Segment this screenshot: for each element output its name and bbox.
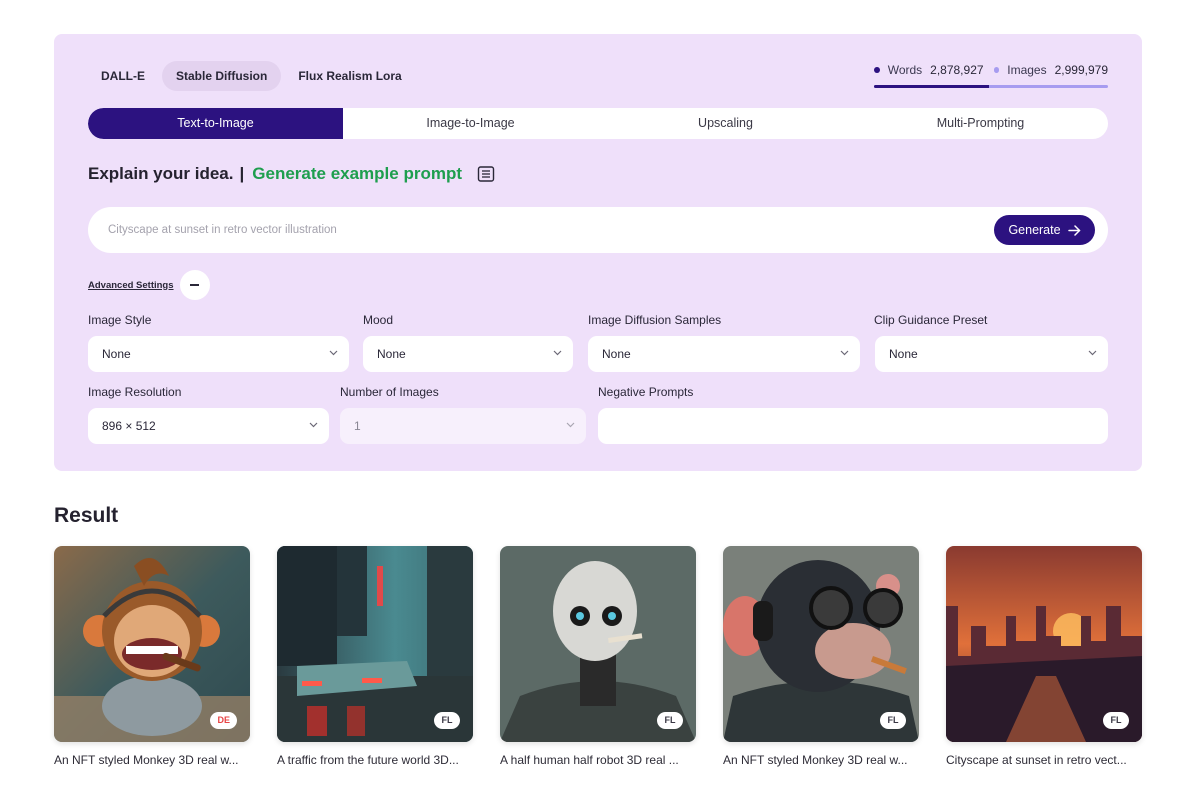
clip-guidance-select[interactable]: None [875, 336, 1108, 372]
chevron-down-icon [553, 350, 562, 356]
prompt-bar: Generate [88, 207, 1108, 253]
result-card[interactable]: FL An NFT styled Monkey 3D real w... [723, 546, 919, 767]
words-label: Words [887, 63, 923, 77]
diffusion-samples-value: None [602, 347, 631, 361]
image-style-label: Image Style [88, 313, 152, 327]
result-caption: A traffic from the future world 3D... [277, 753, 459, 767]
chevron-down-icon [566, 422, 575, 428]
resolution-label: Image Resolution [88, 385, 182, 399]
advanced-settings-toggle[interactable] [179, 270, 210, 300]
headline-text: Explain your idea. [88, 164, 234, 183]
words-value: 2,878,927 [930, 63, 984, 77]
model-badge: FL [880, 712, 906, 729]
chevron-down-icon [840, 350, 849, 356]
model-tab-stable-diffusion[interactable]: Stable Diffusion [162, 61, 282, 91]
tab-text-to-image[interactable]: Text-to-Image [88, 108, 343, 139]
mood-value: None [377, 347, 406, 361]
tab-multi-prompting[interactable]: Multi-Prompting [853, 108, 1108, 139]
generate-button[interactable]: Generate [994, 215, 1095, 245]
model-tab-flux-realism-lora[interactable]: Flux Realism Lora [285, 61, 414, 91]
result-image-robot: FL [500, 546, 696, 742]
headline-separator: | [239, 164, 245, 183]
model-tab-dall-e[interactable]: DALL-E [88, 61, 158, 91]
mood-select[interactable]: None [363, 336, 573, 372]
prompt-input[interactable] [108, 207, 968, 253]
tab-upscaling[interactable]: Upscaling [598, 108, 853, 139]
words-legend-dot [874, 67, 880, 73]
result-card[interactable]: FL Cityscape at sunset in retro vect... [946, 546, 1142, 767]
usage-ratio-bar [874, 85, 1108, 88]
result-image-chimpanzee: FL [723, 546, 919, 742]
chevron-down-icon [1088, 350, 1097, 356]
result-gallery: DE An NFT styled Monkey 3D real w... FL … [54, 546, 1142, 767]
model-badge: FL [1103, 712, 1129, 729]
resolution-select[interactable]: 896 × 512 [88, 408, 329, 444]
clip-guidance-value: None [889, 347, 918, 361]
diffusion-samples-select[interactable]: None [588, 336, 860, 372]
model-tabs: DALL-E Stable Diffusion Flux Realism Lor… [88, 61, 419, 91]
result-card[interactable]: DE An NFT styled Monkey 3D real w... [54, 546, 250, 767]
mode-tabs: Text-to-Image Image-to-Image Upscaling M… [88, 108, 1108, 139]
chevron-down-icon [329, 350, 338, 356]
result-image-city-sunset: FL [946, 546, 1142, 742]
num-images-value: 1 [354, 419, 361, 433]
images-label: Images [1007, 63, 1047, 77]
result-image-monkey-cartoon: DE [54, 546, 250, 742]
negative-prompts-input[interactable] [598, 408, 1108, 444]
mood-label: Mood [363, 313, 394, 327]
result-card[interactable]: FL A half human half robot 3D real ... [500, 546, 696, 767]
image-style-select[interactable]: None [88, 336, 349, 372]
result-caption: A half human half robot 3D real ... [500, 753, 679, 767]
advanced-settings-row: Advanced Settings [88, 270, 210, 300]
generator-panel: DALL-E Stable Diffusion Flux Realism Lor… [54, 34, 1142, 471]
diffusion-samples-label: Image Diffusion Samples [588, 313, 722, 327]
words-share-fill [874, 85, 989, 88]
generate-button-label: Generate [1008, 223, 1061, 237]
model-badge: FL [657, 712, 683, 729]
images-legend-dot [993, 67, 1000, 73]
prompt-headline: Explain your idea. | Generate example pr… [88, 163, 495, 185]
result-heading: Result [54, 504, 119, 527]
result-card[interactable]: FL A traffic from the future world 3D... [277, 546, 473, 767]
model-badge: DE [210, 712, 237, 729]
chevron-down-icon [309, 422, 318, 428]
result-image-neon-street: FL [277, 546, 473, 742]
generate-example-prompt-link[interactable]: Generate example prompt [252, 164, 462, 184]
num-images-label: Number of Images [340, 385, 439, 399]
advanced-settings-link[interactable]: Advanced Settings [88, 280, 174, 291]
negative-prompts-label: Negative Prompts [598, 385, 694, 399]
result-caption: An NFT styled Monkey 3D real w... [723, 753, 908, 767]
document-list-icon[interactable] [477, 166, 495, 182]
result-caption: An NFT styled Monkey 3D real w... [54, 753, 239, 767]
clip-guidance-label: Clip Guidance Preset [874, 313, 988, 327]
tab-image-to-image[interactable]: Image-to-Image [343, 108, 598, 139]
image-style-value: None [102, 347, 131, 361]
minus-icon [190, 284, 200, 286]
num-images-select[interactable]: 1 [340, 408, 586, 444]
arrow-right-icon [1067, 224, 1080, 236]
usage-stats: Words 2,878,927 Images 2,999,979 [874, 62, 1108, 88]
result-caption: Cityscape at sunset in retro vect... [946, 753, 1127, 767]
images-value: 2,999,979 [1054, 63, 1108, 77]
model-badge: FL [434, 712, 460, 729]
resolution-value: 896 × 512 [102, 419, 156, 433]
